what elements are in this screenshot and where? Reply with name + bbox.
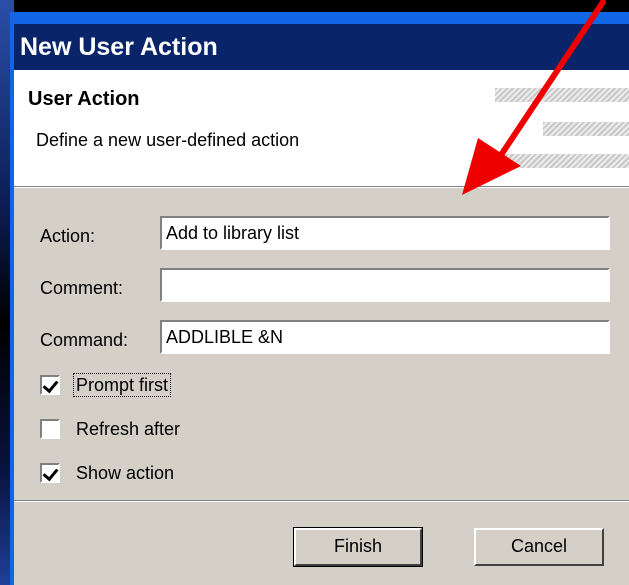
- dialog-body: User Action Define a new user-defined ac…: [14, 70, 629, 585]
- banner-divider: [14, 186, 629, 188]
- title-bar[interactable]: New User Action: [14, 24, 629, 70]
- button-area-divider: [14, 500, 629, 502]
- wizard-banner-graphic: [495, 88, 629, 168]
- wizard-banner: User Action Define a new user-defined ac…: [14, 70, 629, 186]
- finish-button[interactable]: Finish: [293, 527, 423, 567]
- command-label: Command:: [40, 330, 129, 350]
- show-action-checkbox[interactable]: Show action: [40, 460, 176, 486]
- prompt-first-label[interactable]: Prompt first: [72, 373, 172, 397]
- show-action-label[interactable]: Show action: [74, 462, 176, 484]
- prompt-first-check-icon[interactable]: [40, 375, 60, 395]
- refresh-after-check-icon[interactable]: [40, 419, 60, 439]
- action-input[interactable]: Add to library list: [160, 216, 610, 250]
- refresh-after-checkbox[interactable]: Refresh after: [40, 416, 182, 442]
- comment-input[interactable]: [160, 268, 610, 302]
- action-label: Action:: [40, 226, 96, 246]
- cancel-button[interactable]: Cancel: [474, 528, 604, 566]
- banner-title: User Action: [28, 88, 140, 110]
- comment-label: Comment:: [40, 278, 124, 298]
- banner-description: Define a new user-defined action: [36, 130, 300, 150]
- command-input[interactable]: ADDLIBLE &N: [160, 320, 610, 354]
- show-action-check-icon[interactable]: [40, 463, 60, 483]
- dialog-window: New User Action User Action Define a new…: [10, 12, 629, 585]
- refresh-after-label[interactable]: Refresh after: [74, 418, 182, 440]
- prompt-first-checkbox[interactable]: Prompt first: [40, 372, 172, 398]
